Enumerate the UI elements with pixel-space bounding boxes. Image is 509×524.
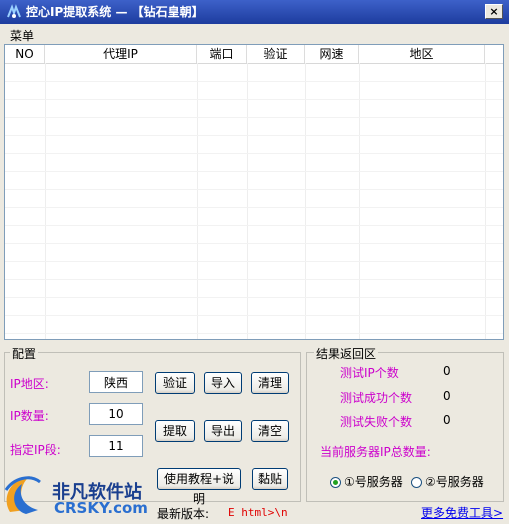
- grid-row-line: [5, 207, 503, 208]
- grid-row-line: [5, 117, 503, 118]
- window-title: 控心IP提取系统 — 【钻石皇朝】: [26, 5, 204, 19]
- server-2-label: ②号服务器: [425, 475, 484, 489]
- grid-row-line: [5, 135, 503, 136]
- fail-count-value: 0: [443, 413, 451, 427]
- more-tools-link[interactable]: 更多免费工具>: [421, 504, 503, 521]
- success-count-label: 测试成功个数: [340, 391, 413, 405]
- proxy-list[interactable]: NO 代理IP 端口 验证 网速 地区: [4, 44, 504, 340]
- fail-count-label: 测试失败个数: [340, 415, 413, 429]
- grid-row-line: [5, 333, 503, 334]
- menu-bar: 菜单: [4, 24, 505, 44]
- grid-row-line: [5, 279, 503, 280]
- app-icon: [7, 4, 21, 18]
- column-header-no[interactable]: NO: [5, 45, 45, 63]
- count-label: IP数量:: [10, 409, 49, 423]
- verify-button[interactable]: 验证: [155, 372, 195, 394]
- paste-button[interactable]: 黏贴: [252, 468, 288, 490]
- column-header-verify[interactable]: 验证: [247, 45, 305, 63]
- region-label: IP地区:: [10, 377, 49, 391]
- tested-count-value: 0: [443, 364, 451, 378]
- column-header-proxy-ip[interactable]: 代理IP: [45, 45, 197, 63]
- menu-item-main[interactable]: 菜单: [10, 27, 34, 44]
- import-button[interactable]: 导入: [204, 372, 242, 394]
- tested-count-label: 测试IP个数: [340, 366, 399, 380]
- grid-row-line: [5, 153, 503, 154]
- clean-button[interactable]: 清理: [251, 372, 289, 394]
- list-header: NO 代理IP 端口 验证 网速 地区: [5, 45, 503, 64]
- latest-version-value: E html>\n: [228, 506, 288, 519]
- grid-row-line: [5, 189, 503, 190]
- results-group-title: 结果返回区: [314, 345, 379, 362]
- segment-input[interactable]: [89, 435, 143, 457]
- column-header-port[interactable]: 端口: [197, 45, 247, 63]
- grid-row-line: [5, 315, 503, 316]
- server-1-label: ①号服务器: [344, 475, 403, 489]
- server-1-radio[interactable]: ①号服务器: [330, 473, 403, 490]
- segment-label: 指定IP段:: [10, 443, 61, 457]
- column-header-region[interactable]: 地区: [359, 45, 485, 63]
- config-group-title: 配置: [10, 345, 39, 362]
- server-2-radio[interactable]: ②号服务器: [411, 473, 484, 490]
- grid-row-line: [5, 171, 503, 172]
- region-input[interactable]: [89, 371, 143, 393]
- extract-button[interactable]: 提取: [155, 420, 195, 442]
- grid-row-line: [5, 243, 503, 244]
- success-count-value: 0: [443, 389, 451, 403]
- column-header-speed[interactable]: 网速: [305, 45, 359, 63]
- grid-row-line: [5, 261, 503, 262]
- clear-button[interactable]: 清空: [251, 420, 289, 442]
- grid-row-line: [5, 225, 503, 226]
- grid-row-line: [5, 297, 503, 298]
- export-button[interactable]: 导出: [204, 420, 242, 442]
- radio-selected-icon: [330, 477, 341, 488]
- grid-row-line: [5, 81, 503, 82]
- close-button[interactable]: ×: [485, 4, 503, 19]
- server-total-label: 当前服务器IP总数量:: [320, 445, 431, 459]
- count-input[interactable]: [89, 403, 143, 425]
- grid-row-line: [5, 99, 503, 100]
- radio-unselected-icon: [411, 477, 422, 488]
- title-bar: 控心IP提取系统 — 【钻石皇朝】 ×: [0, 0, 509, 24]
- watermark-brand-en: CRSKY.com: [54, 499, 148, 517]
